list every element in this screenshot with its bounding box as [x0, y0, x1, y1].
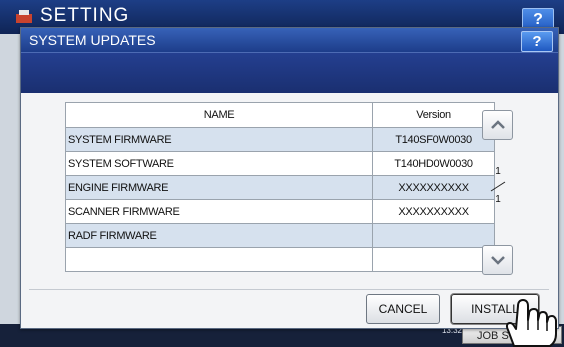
row-name: SYSTEM FIRMWARE: [64, 127, 374, 152]
scroll-up-icon: [491, 120, 505, 129]
page-indicator: 1 1: [487, 165, 509, 207]
row-name: SYSTEM SOFTWARE: [64, 151, 374, 176]
table-row[interactable]: SCANNER FIRMWARE XXXXXXXXXX: [64, 199, 495, 224]
column-header-name: NAME: [64, 102, 374, 128]
row-version: XXXXXXXXXX: [372, 175, 495, 200]
cancel-button[interactable]: CANCEL: [366, 294, 440, 324]
footer-separator: [29, 289, 549, 290]
table-row[interactable]: RADF FIRMWARE: [64, 223, 495, 248]
dialog-help-button[interactable]: ?: [521, 31, 553, 52]
column-header-version: Version: [372, 102, 495, 128]
row-version: T140SF0W0030: [372, 127, 495, 152]
firmware-table: NAME Version SYSTEM FIRMWARE T140SF0W003…: [64, 102, 495, 272]
dialog-band: [21, 52, 558, 93]
pointer-hand-icon: [505, 299, 557, 347]
system-updates-dialog: SYSTEM UPDATES ? NAME Version SYSTEM FIR…: [20, 27, 559, 329]
row-name: ENGINE FIRMWARE: [64, 175, 374, 200]
row-version: [372, 247, 495, 272]
setting-icon: [16, 10, 32, 23]
table-row[interactable]: SYSTEM SOFTWARE T140HD0W0030: [64, 151, 495, 176]
row-name: SCANNER FIRMWARE: [64, 199, 374, 224]
setting-title: SETTING: [40, 5, 130, 26]
row-version: XXXXXXXXXX: [372, 199, 495, 224]
scroll-down-button[interactable]: [482, 245, 513, 275]
scroll-down-icon: [491, 256, 505, 265]
table-row: [64, 247, 495, 272]
total-pages: 1: [495, 194, 501, 205]
current-page: 1: [495, 166, 501, 177]
table-row[interactable]: SYSTEM FIRMWARE T140SF0W0030: [64, 127, 495, 152]
row-name: RADF FIRMWARE: [64, 223, 374, 248]
row-name: [64, 247, 374, 272]
row-version: [372, 223, 495, 248]
table-header-row: NAME Version: [64, 102, 495, 128]
scroll-up-button[interactable]: [482, 110, 513, 140]
page-divider: [490, 181, 506, 192]
table-row[interactable]: ENGINE FIRMWARE XXXXXXXXXX: [64, 175, 495, 200]
row-version: T140HD0W0030: [372, 151, 495, 176]
dialog-header: SYSTEM UPDATES ?: [21, 28, 558, 52]
dialog-title: SYSTEM UPDATES: [29, 32, 156, 48]
